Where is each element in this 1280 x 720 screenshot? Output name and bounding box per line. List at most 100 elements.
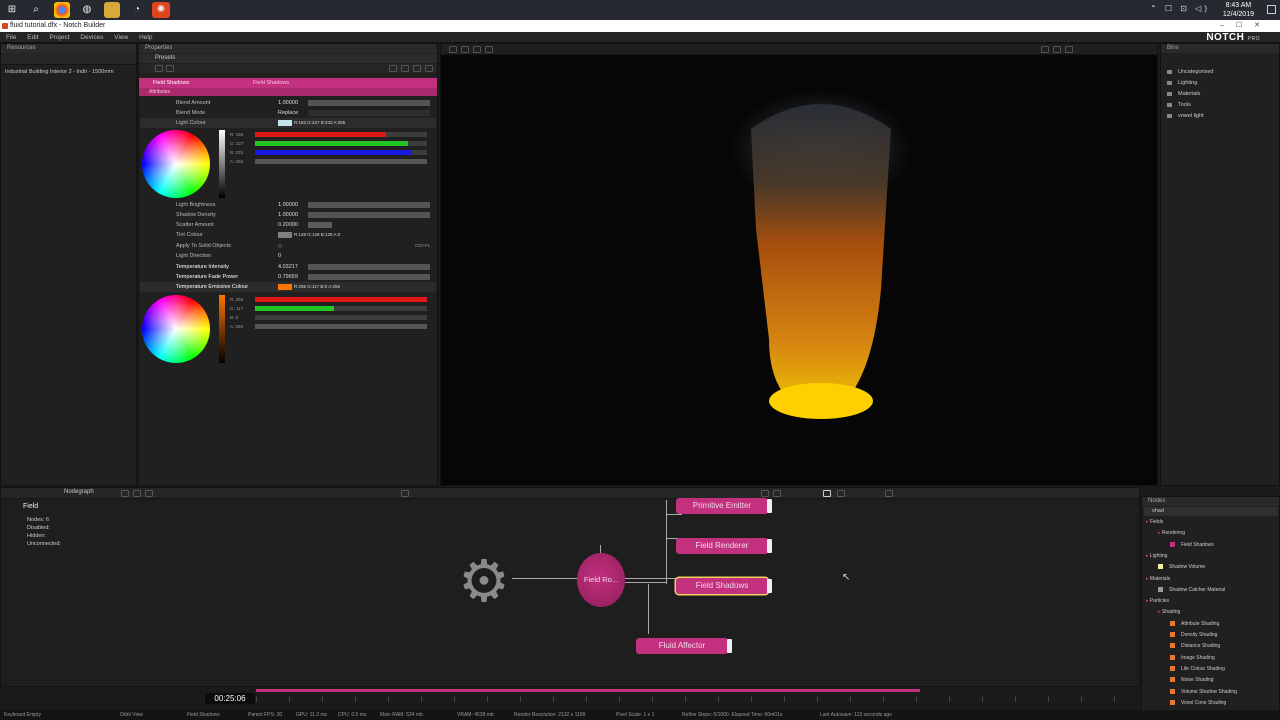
menu-project[interactable]: Project xyxy=(49,34,69,41)
node-tree-item[interactable]: Field Shadows xyxy=(1170,542,1214,548)
nodegraph-tab[interactable]: Nodegraph xyxy=(64,489,94,495)
timecode-display[interactable]: 00:25:06 xyxy=(205,693,255,704)
move-tool-icon[interactable] xyxy=(461,46,469,53)
node-name-field[interactable]: Field Shadows xyxy=(153,78,189,88)
prop-value[interactable]: 1.00000 xyxy=(278,98,298,108)
emissive-colour-wheel[interactable] xyxy=(142,295,210,363)
prop-tint-colour[interactable]: Tint Colour R:128 G:128 B:128 A:0 xyxy=(140,230,436,240)
window-controls[interactable]: –☐✕ xyxy=(1220,20,1272,32)
node-tree-item[interactable]: ▸ Shading xyxy=(1158,609,1180,615)
bin-materials[interactable]: Materials xyxy=(1167,91,1200,97)
menu-file[interactable]: File xyxy=(6,34,16,41)
media-app-icon[interactable]: ◍ xyxy=(79,2,95,18)
menu-devices[interactable]: Devices xyxy=(80,34,103,41)
prop-value[interactable]: 0.20000 xyxy=(278,220,298,230)
windows-start-icon[interactable]: ⊞ xyxy=(4,2,20,18)
bin-lighting[interactable]: Lighting xyxy=(1167,80,1197,86)
search-icon[interactable]: ⌕ xyxy=(28,2,44,18)
node-tool-icon[interactable] xyxy=(145,490,153,497)
resource-item[interactable]: Industrial Building Interior 2 - Indri -… xyxy=(5,69,114,75)
timeline-work-area[interactable] xyxy=(256,689,920,692)
emissive-r-slider[interactable]: R: 255 xyxy=(230,297,427,303)
nodegraph-panel[interactable]: Nodegraph Field Nodes: 6 Disabled: Hidde… xyxy=(0,487,1140,687)
node-tree-item[interactable]: Attribute Shading xyxy=(1170,621,1219,627)
taskbar-clock[interactable]: 8:43 AM 12/4/2019 xyxy=(1223,1,1254,19)
prop-slider[interactable] xyxy=(308,222,332,228)
node-search-input[interactable]: shad xyxy=(1144,507,1278,516)
node-tree-item[interactable]: ▸ Particles xyxy=(1146,598,1169,604)
paste-icon[interactable] xyxy=(401,65,409,72)
node-tree-item[interactable]: Image Shading xyxy=(1170,655,1215,661)
prop-scatter-amount[interactable]: Scatter Amount 0.20000 xyxy=(140,220,436,230)
node-output-port[interactable] xyxy=(767,579,772,593)
prop-shadow-density[interactable]: Shadow Density 1.00000 xyxy=(140,210,436,220)
prop-slider[interactable] xyxy=(308,264,430,270)
prop-value[interactable]: 1.00000 xyxy=(278,200,298,210)
prop-temperature-intensity[interactable]: Temperature Intensity 4.03217 xyxy=(140,262,436,272)
transport-forward-icon[interactable] xyxy=(837,490,845,497)
prop-value[interactable]: 1.00000 xyxy=(278,210,298,220)
prop-slider[interactable] xyxy=(308,212,430,218)
tint-colour-swatch[interactable] xyxy=(278,232,292,238)
bin-uncategorised[interactable]: Uncategorised xyxy=(1167,69,1213,75)
transport-start-icon[interactable] xyxy=(761,490,769,497)
scale-tool-icon[interactable] xyxy=(485,46,493,53)
settings-app-icon[interactable]: ◔ xyxy=(129,2,145,18)
view-options-icon[interactable] xyxy=(1065,46,1073,53)
prop-temperature-fade[interactable]: Temperature Fade Power 0.79659 xyxy=(140,272,436,282)
timeline-ruler[interactable] xyxy=(256,696,1136,702)
prop-value[interactable]: Replace xyxy=(278,108,298,118)
transport-end-icon[interactable] xyxy=(885,490,893,497)
file-explorer-icon[interactable] xyxy=(104,2,120,18)
primitive-emitter-node[interactable]: Primitive Emitter xyxy=(676,498,772,514)
prop-light-brightness[interactable]: Light Brightness 1.00000 xyxy=(140,200,436,210)
prop-light-colour[interactable]: Light Colour R:193 G:227 B:233 A:255 xyxy=(140,118,436,128)
apply-solid-checkbox[interactable] xyxy=(278,244,282,248)
prop-blend-amount[interactable]: Blend Amount 1.00000 xyxy=(140,98,436,108)
emissive-b-slider[interactable]: B: 0 xyxy=(230,315,427,321)
prop-apply-solid[interactable]: Apply To Solid Objects Ctrl+F1 xyxy=(140,241,436,251)
emissive-colour-swatch[interactable] xyxy=(278,284,292,290)
chrome-icon[interactable] xyxy=(54,2,70,18)
notch-app-icon[interactable]: ✺ xyxy=(152,2,170,18)
light-brightness-strip[interactable] xyxy=(219,130,225,198)
timeline[interactable]: 00:25:06 xyxy=(0,688,1140,710)
attributes-section-header[interactable]: Attributes xyxy=(139,88,437,96)
select-tool-icon[interactable] xyxy=(449,46,457,53)
bin-tools[interactable]: Tools xyxy=(1167,102,1191,108)
prop-blend-mode[interactable]: Blend Mode Replace xyxy=(140,108,436,118)
presets-bar[interactable]: Presets xyxy=(139,54,437,63)
filter-icon[interactable] xyxy=(155,65,163,72)
node-tree-item[interactable]: Shadow Volume xyxy=(1158,564,1205,570)
emissive-a-slider[interactable]: A: 255 xyxy=(230,324,427,330)
prop-slider[interactable] xyxy=(308,202,430,208)
light-b-slider[interactable]: B: 233 xyxy=(230,150,427,156)
grid-icon[interactable] xyxy=(1053,46,1061,53)
node-tree-item[interactable]: Density Shading xyxy=(1170,632,1217,638)
field-renderer-node[interactable]: Field Renderer xyxy=(676,538,772,554)
node-tree-item[interactable]: ▸ Lighting xyxy=(1146,553,1167,559)
node-tree-item[interactable]: Noise Shading xyxy=(1170,677,1214,683)
menu-help[interactable]: Help xyxy=(139,34,152,41)
prop-slider[interactable] xyxy=(308,100,430,106)
nodegraph-settings-icon[interactable] xyxy=(401,490,409,497)
prop-temperature-emissive[interactable]: Temperature Emissive Colour R:255 G:117 … xyxy=(140,282,436,292)
prop-value[interactable]: 4.03217 xyxy=(278,262,298,272)
emissive-g-slider[interactable]: G: 117 xyxy=(230,306,427,312)
field-root-node[interactable]: Field Ro... xyxy=(577,553,625,607)
node-tree-item[interactable]: ▸ Rendering xyxy=(1158,530,1185,536)
field-shadows-node[interactable]: Field Shadows xyxy=(676,578,772,594)
node-tool-icon[interactable] xyxy=(121,490,129,497)
play-icon[interactable] xyxy=(823,490,831,497)
options-icon[interactable] xyxy=(166,65,174,72)
node-tree-item[interactable]: Volume Shadow Shading xyxy=(1170,689,1237,695)
light-a-slider[interactable]: A: 255 xyxy=(230,159,427,165)
render-viewport[interactable] xyxy=(440,43,1158,486)
prop-value[interactable]: 0.79659 xyxy=(278,272,298,282)
node-tree-item[interactable]: Life Colour Shading xyxy=(1170,666,1225,672)
light-g-slider[interactable]: G: 227 xyxy=(230,141,427,147)
node-tree-item[interactable]: Distance Shading xyxy=(1170,643,1220,649)
node-output-port[interactable] xyxy=(767,499,772,513)
fluid-affector-node[interactable]: Fluid Affector xyxy=(636,638,732,654)
nodes-tab[interactable]: Nodes xyxy=(1142,497,1279,506)
